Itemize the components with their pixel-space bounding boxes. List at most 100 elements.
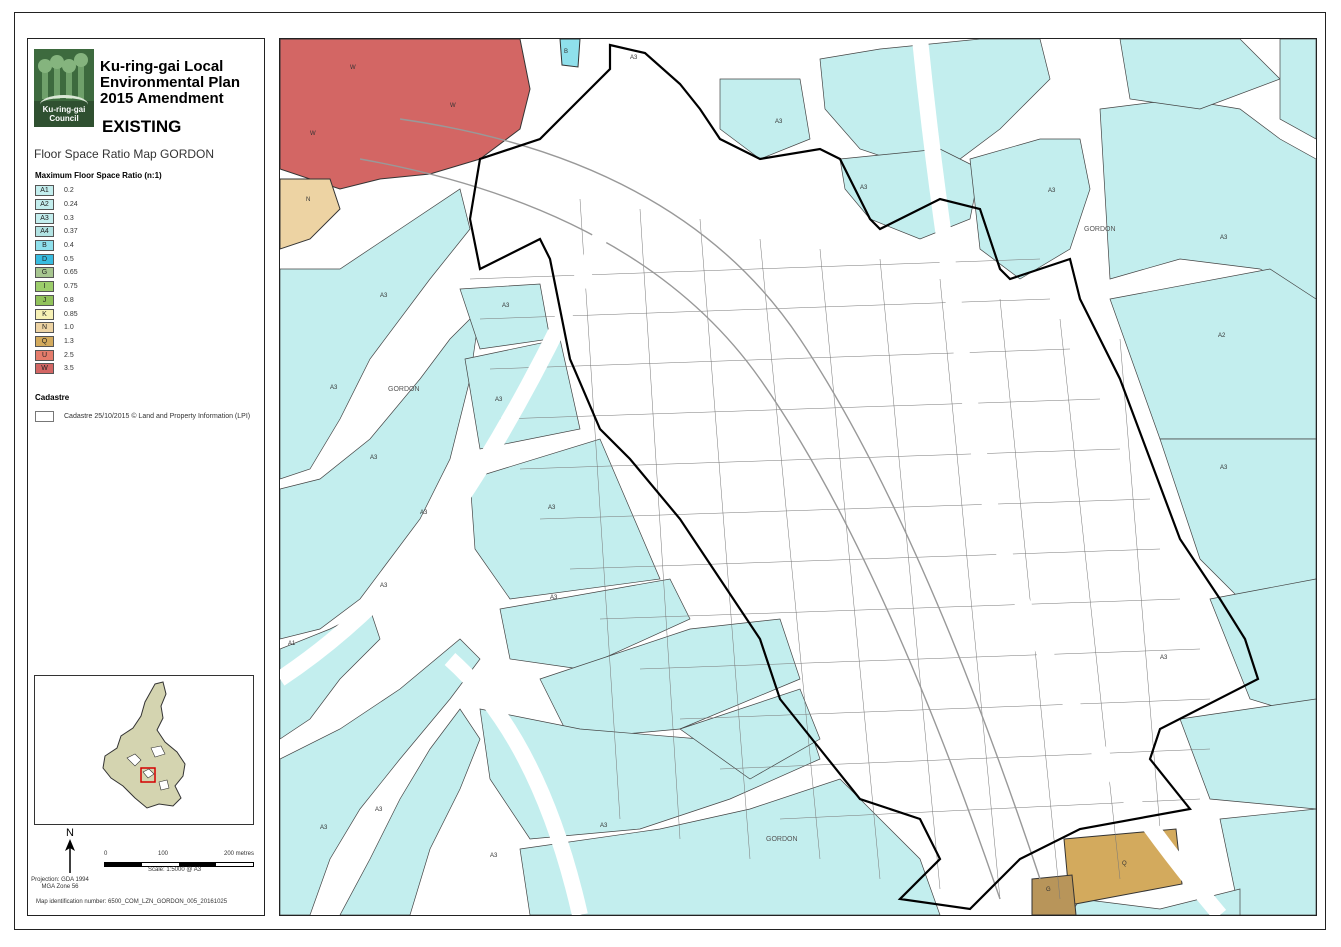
- legend-heading: Maximum Floor Space Ratio (n:1): [35, 171, 162, 180]
- map-identification: Map identification number: 6500_COM_LZN_…: [36, 899, 228, 905]
- zone-label: W: [310, 131, 316, 137]
- zone-label: G: [1046, 887, 1051, 893]
- legend-swatch: A3: [35, 212, 54, 224]
- map-panel[interactable]: A1 A3 A3 A3 A3 A3 A3 A3 A3 A3 A3 A3 A3 A2 A3 A3 A3 A3 A3 A3…: [279, 38, 1317, 916]
- north-arrow: N: [63, 827, 77, 878]
- legend-panel: Ku-ring-gai Council Ku-ring-gai Local En…: [27, 38, 265, 916]
- legend-item-w: W 3.5: [35, 362, 78, 376]
- cadastre-swatch: [35, 411, 54, 422]
- north-label: N: [66, 827, 74, 839]
- status-label: EXISTING: [102, 117, 182, 136]
- legend-swatch: W: [35, 363, 54, 375]
- legend-value: 0.8: [64, 296, 74, 304]
- legend-item-b: B 0.4: [35, 239, 78, 253]
- legend-item-i: I 0.75: [35, 280, 78, 294]
- projection-note: Projection: GDA 1994 MGA Zone 56: [30, 877, 90, 891]
- zone-label: A3: [420, 510, 428, 516]
- zone-label: A3: [375, 807, 383, 813]
- zone-label: A3: [330, 385, 338, 391]
- legend-item-u: U 2.5: [35, 348, 78, 362]
- logo-name-line1: Ku-ring-gai: [42, 105, 86, 114]
- legend-swatch: J: [35, 294, 54, 306]
- zone-label: A3: [495, 397, 503, 403]
- legend-value: 1.0: [64, 324, 74, 332]
- legend-value: 0.24: [64, 201, 78, 209]
- legend-swatch: G: [35, 267, 54, 279]
- scale-label-0: 0: [104, 851, 108, 857]
- zone-label: A3: [1048, 188, 1056, 194]
- floor-space-ratio-map[interactable]: A1 A3 A3 A3 A3 A3 A3 A3 A3 A3 A3 A3 A3 A2 A3 A3 A3 A3 A3 A3…: [280, 39, 1316, 915]
- legend-swatch: D: [35, 253, 54, 265]
- projection-line2: MGA Zone 56: [41, 884, 79, 890]
- locality-inset-map: [34, 675, 254, 825]
- zone-label: A3: [550, 595, 558, 601]
- zone-label: A3: [630, 55, 638, 61]
- legend-swatch: I: [35, 281, 54, 293]
- zone-label: A3: [370, 455, 378, 461]
- legend-swatch: A2: [35, 199, 54, 211]
- zone-label: A3: [548, 505, 556, 511]
- legend-item-a1: A1 0.2: [35, 184, 78, 198]
- legend-swatch: Q: [35, 335, 54, 347]
- legend-value: 0.75: [64, 283, 78, 291]
- legend-value: 0.4: [64, 242, 74, 250]
- legend-list: A1 0.2 A2 0.24 A3 0.3 A4 0.37 B 0.4 D 0.5 G 0.65 I 0.75…: [35, 184, 78, 376]
- zone-label: B: [564, 49, 568, 55]
- legend-value: 0.65: [64, 269, 78, 277]
- zone-label: A1: [288, 641, 296, 647]
- zone-label: Q: [1122, 861, 1127, 867]
- projection-line1: Projection: GDA 1994: [31, 877, 89, 883]
- zone-label: A3: [600, 823, 608, 829]
- legend-value: 0.3: [64, 214, 74, 222]
- legend-value: 3.5: [64, 365, 74, 373]
- legend-swatch: N: [35, 322, 54, 334]
- plan-title-line3: 2015 Amendment: [100, 90, 224, 107]
- plan-title: Ku-ring-gai Local Environmental Plan 201…: [100, 59, 240, 107]
- cadastre-text: Cadastre 25/10/2015 © Land and Property …: [64, 413, 251, 420]
- legend-item-j: J 0.8: [35, 294, 78, 308]
- suburb-label: GORDON: [1084, 226, 1116, 233]
- zone-label: W: [350, 65, 356, 71]
- legend-value: 1.3: [64, 337, 74, 345]
- scale-ratio: Scale: 1:5000 @ A3: [148, 867, 202, 873]
- zone-label: W: [450, 103, 456, 109]
- scale-bar: 0 100 200 metres: [104, 851, 254, 867]
- legend-item-k: K 0.85: [35, 307, 78, 321]
- legend-item-n: N 1.0: [35, 321, 78, 335]
- zone-label: A3: [380, 293, 388, 299]
- legend-value: 0.2: [64, 187, 74, 195]
- zone-g-area: [1031, 874, 1077, 915]
- zone-label: A3: [1220, 235, 1228, 241]
- council-logo: Ku-ring-gai Council: [34, 49, 94, 127]
- suburb-label: GORDON: [766, 836, 798, 843]
- legend-item-a2: A2 0.24: [35, 198, 78, 212]
- legend-swatch: A4: [35, 226, 54, 238]
- legend-item-q: Q 1.3: [35, 335, 78, 349]
- legend-swatch: B: [35, 240, 54, 252]
- zone-label: A3: [320, 825, 328, 831]
- scale-label-100: 100: [158, 851, 169, 857]
- zone-label: A3: [380, 583, 388, 589]
- zone-label: A3: [775, 119, 783, 125]
- legend-swatch: A1: [35, 185, 54, 197]
- legend-item-g: G 0.65: [35, 266, 78, 280]
- legend-value: 0.85: [64, 310, 78, 318]
- legend-item-a4: A4 0.37: [35, 225, 78, 239]
- scale-label-200: 200 metres: [224, 851, 255, 857]
- legend-item-a3: A3 0.3: [35, 211, 78, 225]
- zone-label: A2: [1218, 333, 1226, 339]
- logo-name-line2: Council: [49, 114, 79, 123]
- zone-label: A3: [1160, 655, 1168, 661]
- zone-b-area: [559, 39, 581, 68]
- legend-value: 0.37: [64, 228, 78, 236]
- lga-boundary: [102, 681, 186, 809]
- suburb-label: GORDON: [388, 386, 420, 393]
- plan-title-line2: Environmental Plan: [100, 74, 241, 91]
- legend-swatch: U: [35, 349, 54, 361]
- zone-label: N: [306, 197, 310, 203]
- plan-title-line1: Ku-ring-gai Local: [100, 58, 224, 75]
- cadastre-legend-item: Cadastre 25/10/2015 © Land and Property …: [35, 411, 250, 422]
- map-title: Floor Space Ratio Map GORDON: [34, 147, 215, 161]
- zone-label: A3: [502, 303, 510, 309]
- zone-label: A3: [490, 853, 498, 859]
